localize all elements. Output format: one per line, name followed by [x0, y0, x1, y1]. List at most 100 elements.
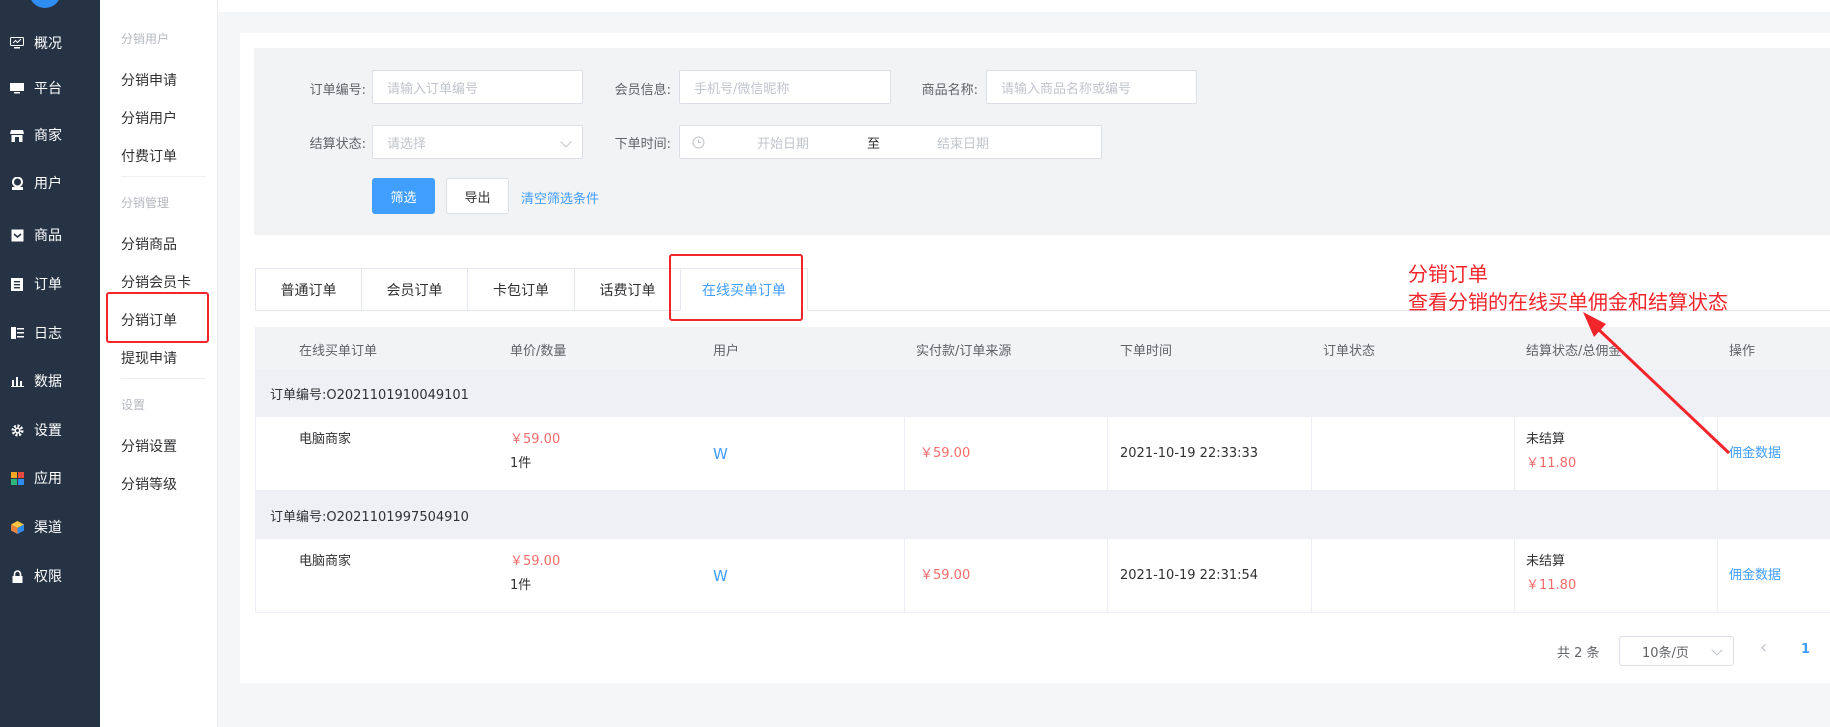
nav-item-log[interactable]: 日志 [0, 316, 100, 350]
cell-divider [1311, 539, 1312, 613]
pagination-total: 共 2 条 [1557, 646, 1600, 661]
product-name: 电脑商家 [299, 432, 352, 447]
column-header: 结算状态/总佣金 [1526, 344, 1622, 359]
paid-amount: ￥59.00 [920, 446, 971, 461]
date-range-input[interactable]: 开始日期 至 结束日期 [679, 125, 1102, 159]
order-group-header: 订单编号:O2021101910049101 [256, 369, 1830, 417]
paid-amount: ￥59.00 [920, 568, 971, 583]
commission-data-link[interactable]: 佣金数据 [1729, 442, 1781, 466]
settle-status: 未结算 [1526, 554, 1566, 569]
nav-item-permission[interactable]: 权限 [0, 559, 100, 593]
user-link[interactable]: W [713, 564, 728, 588]
top-strip [218, 0, 1830, 12]
member-input[interactable]: 手机号/微信昵称 [679, 70, 891, 104]
column-header: 在线买单订单 [299, 344, 378, 359]
nav-label: 设置 [34, 423, 62, 439]
user-icon [10, 176, 24, 190]
table-row: 电脑商家 ￥59.00 1件 W ￥59.00 2021-10-19 22:31… [256, 539, 1830, 613]
nav-item-user[interactable]: 用户 [0, 166, 100, 200]
subnav-item-member-card[interactable]: 分销会员卡 [121, 272, 191, 292]
order-time: 2021-10-19 22:33:33 [1120, 446, 1259, 461]
cell-divider [1717, 417, 1718, 491]
nav-item-order[interactable]: 订单 [0, 267, 100, 301]
highlight-box-tab [669, 254, 803, 321]
settle-select[interactable]: 请选择 [372, 125, 583, 159]
page-size-select[interactable]: 10条/页 [1619, 636, 1734, 666]
unit-price: ￥59.00 [510, 554, 561, 569]
sub-nav: 分销用户 分销申请 分销用户 付费订单 分销管理 分销商品 分销会员卡 分销订单… [100, 0, 218, 727]
page-size-value: 10条/页 [1642, 645, 1689, 661]
order-group-header: 订单编号:O2021101997504910 [256, 491, 1830, 539]
quantity: 1件 [510, 578, 532, 593]
nav-item-apps[interactable]: 应用 [0, 461, 100, 495]
column-header: 下单时间 [1120, 344, 1173, 359]
nav-label: 渠道 [34, 520, 62, 536]
settle-label: 结算状态: [309, 137, 366, 152]
tab-normal-order[interactable]: 普通订单 [255, 268, 361, 311]
subnav-group-title: 分销管理 [121, 196, 170, 210]
start-date-input[interactable]: 开始日期 [757, 133, 867, 152]
order-table: 在线买单订单 单价/数量 用户 实付款/订单来源 下单时间 订单状态 结算状态/… [255, 327, 1830, 613]
chevron-down-icon [560, 136, 572, 148]
product-name: 电脑商家 [299, 554, 352, 569]
cell-divider [1514, 417, 1515, 491]
commission-data-link[interactable]: 佣金数据 [1729, 564, 1781, 588]
subnav-item-products[interactable]: 分销商品 [121, 234, 177, 254]
product-label: 商品名称: [921, 83, 978, 98]
clear-filter-link[interactable]: 清空筛选条件 [521, 188, 599, 207]
subnav-item-levels[interactable]: 分销等级 [121, 474, 177, 494]
app-root: 概况 平台 商家 用户 商品 订单 日志 数据 设置 应用 渠道 权限 分销用户… [0, 0, 1830, 727]
nav-item-merchant[interactable]: 商家 [0, 118, 100, 152]
end-date-input[interactable]: 结束日期 [937, 133, 989, 152]
desktop-icon [10, 81, 24, 95]
table-row: 电脑商家 ￥59.00 1件 W ￥59.00 2021-10-19 22:33… [256, 417, 1830, 491]
monitor-icon [10, 36, 24, 50]
tab-member-order[interactable]: 会员订单 [361, 268, 467, 311]
export-button[interactable]: 导出 [446, 178, 509, 214]
range-separator: 至 [867, 136, 881, 152]
commission: ￥11.80 [1526, 578, 1577, 593]
subnav-item-withdraw[interactable]: 提现申请 [121, 348, 177, 368]
subnav-group-title: 分销用户 [121, 32, 170, 46]
settle-placeholder: 请选择 [387, 136, 427, 152]
nav-label: 用户 [34, 176, 62, 192]
prev-page-button[interactable]: ‹ [1760, 637, 1767, 658]
channel-icon [10, 520, 24, 534]
nav-item-channel[interactable]: 渠道 [0, 510, 100, 544]
subnav-item-paid-orders[interactable]: 付费订单 [121, 146, 177, 166]
logo-icon [29, 0, 61, 8]
column-header: 实付款/订单来源 [916, 344, 1012, 359]
product-icon [10, 228, 24, 242]
divider [121, 176, 206, 177]
page-number-current[interactable]: 1 [1801, 642, 1810, 657]
filter-button[interactable]: 筛选 [372, 178, 435, 214]
log-icon [10, 326, 24, 340]
nav-label: 数据 [34, 374, 62, 390]
tab-phone-order[interactable]: 话费订单 [574, 268, 680, 311]
column-header: 用户 [713, 344, 740, 359]
order-no-input[interactable]: 请输入订单编号 [372, 70, 583, 104]
store-icon [10, 128, 24, 142]
cell-divider [904, 539, 905, 613]
product-input[interactable]: 请输入商品名称或编号 [986, 70, 1197, 104]
nav-item-product[interactable]: 商品 [0, 218, 100, 252]
apps-icon [10, 471, 24, 485]
nav-label: 日志 [34, 326, 62, 342]
cell-divider [1717, 539, 1718, 613]
user-link[interactable]: W [713, 442, 728, 466]
nav-label: 平台 [34, 81, 62, 97]
nav-item-overview[interactable]: 概况 [0, 26, 100, 60]
nav-item-platform[interactable]: 平台 [0, 71, 100, 105]
nav-item-settings[interactable]: 设置 [0, 413, 100, 447]
nav-item-data[interactable]: 数据 [0, 364, 100, 398]
commission: ￥11.80 [1526, 456, 1577, 471]
cell-divider [1514, 539, 1515, 613]
subnav-item-users[interactable]: 分销用户 [121, 108, 177, 128]
divider [121, 378, 206, 379]
subnav-item-apply[interactable]: 分销申请 [121, 70, 177, 90]
chevron-down-icon [1711, 644, 1723, 656]
nav-label: 商家 [34, 128, 62, 144]
tab-card-order[interactable]: 卡包订单 [467, 268, 574, 311]
table-header: 在线买单订单 单价/数量 用户 实付款/订单来源 下单时间 订单状态 结算状态/… [256, 327, 1830, 369]
subnav-item-settings[interactable]: 分销设置 [121, 436, 177, 456]
